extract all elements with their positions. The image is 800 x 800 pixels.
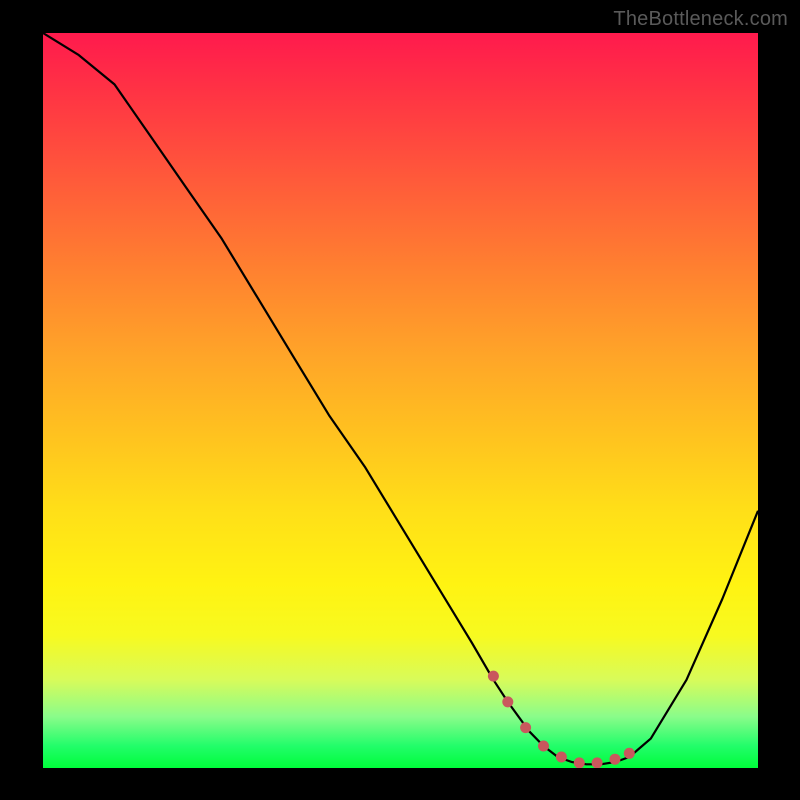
valley-marker xyxy=(502,696,513,707)
valley-markers-group xyxy=(488,671,635,768)
chart-plot-area xyxy=(43,33,758,768)
valley-marker xyxy=(538,741,549,752)
valley-marker xyxy=(624,748,635,759)
valley-marker xyxy=(610,754,621,765)
watermark-text: TheBottleneck.com xyxy=(613,8,788,31)
valley-marker xyxy=(488,671,499,682)
valley-marker xyxy=(520,722,531,733)
bottleneck-curve-line xyxy=(43,33,758,764)
valley-marker xyxy=(592,757,603,768)
valley-marker xyxy=(556,752,567,763)
chart-svg xyxy=(43,33,758,768)
valley-marker xyxy=(574,757,585,768)
